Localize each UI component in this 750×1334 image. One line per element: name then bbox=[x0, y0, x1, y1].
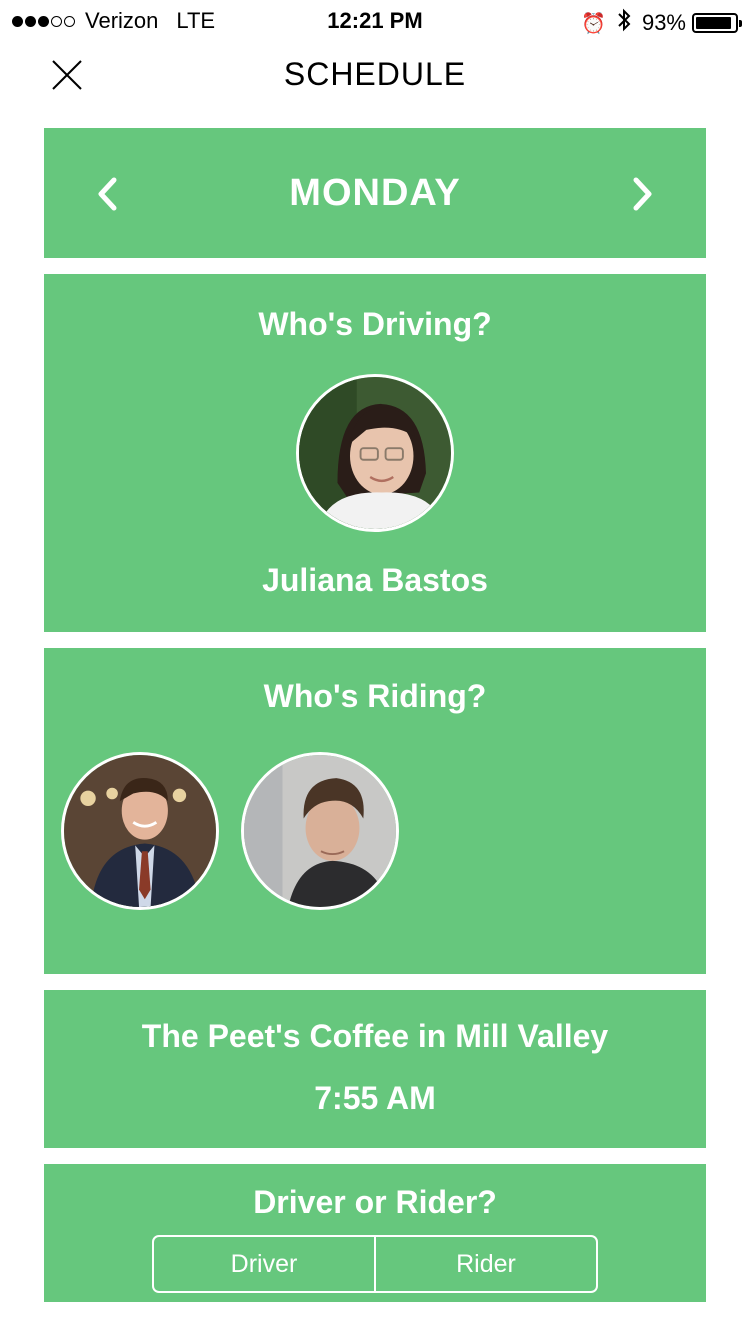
day-selector: MONDAY bbox=[44, 128, 706, 258]
rider-avatar[interactable] bbox=[241, 752, 399, 910]
driving-title: Who's Driving? bbox=[258, 306, 492, 342]
driving-section: Who's Driving? Juliana Bastos bbox=[44, 274, 706, 632]
pickup-location-section: The Peet's Coffee in Mill Valley 7:55 AM bbox=[44, 990, 706, 1148]
pickup-location-name: The Peet's Coffee in Mill Valley bbox=[141, 1018, 609, 1054]
pickup-time: 7:55 AM bbox=[314, 1080, 436, 1116]
driver-avatar[interactable] bbox=[296, 374, 454, 532]
role-segmented-control: Driver Rider bbox=[152, 1235, 598, 1293]
day-label: MONDAY bbox=[289, 172, 461, 214]
role-section: Driver or Rider? Driver Rider bbox=[44, 1164, 706, 1302]
page-title: SCHEDULE bbox=[283, 56, 467, 92]
role-title: Driver or Rider? bbox=[253, 1184, 497, 1220]
rider-option-button[interactable]: Rider bbox=[374, 1237, 596, 1291]
driver-option-button[interactable]: Driver bbox=[154, 1237, 374, 1291]
alarm-icon: ⏰ bbox=[581, 12, 606, 35]
nav-bar: SCHEDULE bbox=[0, 40, 750, 112]
battery-percent: 93% bbox=[641, 10, 686, 35]
status-right: ⏰ 93% bbox=[581, 8, 742, 38]
status-bar: Verizon LTE 12:21 PM ⏰ 93% bbox=[0, 0, 750, 40]
riding-section: Who's Riding? bbox=[44, 648, 706, 974]
driver-name: Juliana Bastos bbox=[262, 562, 488, 598]
next-day-button[interactable] bbox=[622, 174, 662, 214]
chevron-right-icon bbox=[633, 177, 652, 211]
bluetooth-icon bbox=[616, 8, 632, 38]
riding-title: Who's Riding? bbox=[263, 678, 487, 714]
battery-icon bbox=[692, 13, 742, 33]
rider-avatar[interactable] bbox=[61, 752, 219, 910]
